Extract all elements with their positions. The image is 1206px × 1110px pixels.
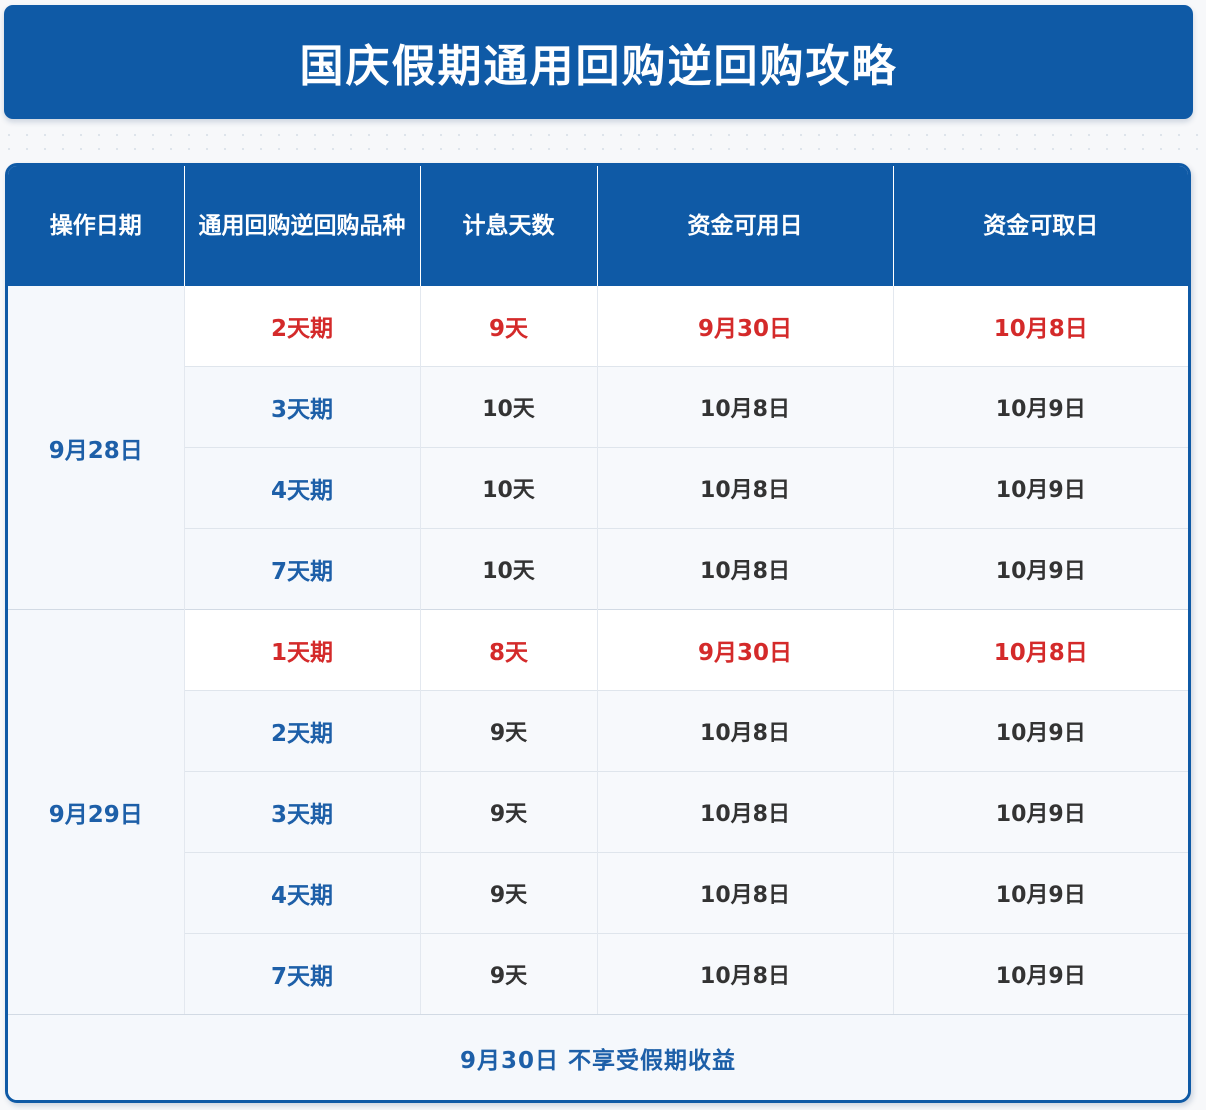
table-row: 3天期 9天 10月8日 10月9日 (8, 771, 1188, 853)
interest-days-cell: 8天 (419, 609, 597, 691)
repo-table: 操作日期 通用回购逆回购品种 计息天数 资金可用日 资金可取日 9月28日 2天… (8, 166, 1188, 1014)
variety-cell: 1天期 (183, 609, 420, 691)
variety-cell: 2天期 (183, 690, 420, 772)
variety-cell: 4天期 (183, 852, 420, 934)
dotted-separator (0, 128, 1206, 158)
funds-available-cell: 10月8日 (596, 366, 893, 448)
funds-available-cell: 10月8日 (596, 528, 893, 610)
variety-cell: 7天期 (183, 933, 420, 1014)
interest-days-cell: 9天 (419, 286, 597, 367)
footer-note: 9月30日 不享受假期收益 (8, 1014, 1188, 1100)
table-row: 2天期 9天 10月8日 10月9日 (8, 690, 1188, 772)
funds-available-cell: 10月8日 (596, 852, 893, 934)
table-row: 9月28日 2天期 9天 9月30日 10月8日 (8, 286, 1188, 610)
variety-cell: 4天期 (183, 447, 420, 529)
variety-cell: 2天期 (183, 286, 420, 367)
table-row: 4天期 9天 10月8日 10月9日 (8, 852, 1188, 934)
header-variety: 通用回购逆回购品种 (183, 166, 420, 286)
table-row: 7天期 10天 10月8日 10月9日 (8, 528, 1188, 610)
funds-available-cell: 10月8日 (596, 771, 893, 853)
interest-days-cell: 9天 (419, 690, 597, 772)
variety-cell: 3天期 (183, 366, 420, 448)
funds-available-cell: 9月30日 (596, 286, 893, 367)
interest-days-cell: 9天 (419, 852, 597, 934)
funds-available-cell: 10月8日 (596, 447, 893, 529)
funds-withdrawable-cell: 10月9日 (892, 852, 1188, 934)
funds-withdrawable-cell: 10月8日 (892, 609, 1188, 691)
operation-date-cell: 9月28日 (8, 286, 184, 610)
funds-withdrawable-cell: 10月9日 (892, 690, 1188, 772)
funds-withdrawable-cell: 10月9日 (892, 447, 1188, 529)
funds-available-cell: 9月30日 (596, 609, 893, 691)
table-row: 7天期 9天 10月8日 10月9日 (8, 933, 1188, 1014)
table-row: 9月29日 1天期 8天 9月30日 10月8日 (8, 609, 1188, 1014)
table-row: 3天期 10天 10月8日 10月9日 (8, 366, 1188, 448)
interest-days-cell: 9天 (419, 933, 597, 1014)
funds-withdrawable-cell: 10月9日 (892, 771, 1188, 853)
variety-cell: 3天期 (183, 771, 420, 853)
page-title: 国庆假期通用回购逆回购攻略 (299, 41, 898, 92)
funds-withdrawable-cell: 10月8日 (892, 286, 1188, 367)
variety-cell: 7天期 (183, 528, 420, 610)
operation-date-cell: 9月29日 (8, 609, 184, 1014)
header-funds-withdrawable: 资金可取日 (892, 166, 1188, 286)
header-funds-available: 资金可用日 (596, 166, 893, 286)
funds-withdrawable-cell: 10月9日 (892, 528, 1188, 610)
interest-days-cell: 10天 (419, 447, 597, 529)
header-interest-days: 计息天数 (419, 166, 597, 286)
interest-days-cell: 10天 (419, 366, 597, 448)
funds-available-cell: 10月8日 (596, 690, 893, 772)
table-header-row: 操作日期 通用回购逆回购品种 计息天数 资金可用日 资金可取日 (8, 166, 1188, 286)
interest-days-cell: 10天 (419, 528, 597, 610)
funds-withdrawable-cell: 10月9日 (892, 933, 1188, 1014)
funds-withdrawable-cell: 10月9日 (892, 366, 1188, 448)
header-operation-date: 操作日期 (8, 166, 184, 286)
table-row: 4天期 10天 10月8日 10月9日 (8, 447, 1188, 529)
table-card: 操作日期 通用回购逆回购品种 计息天数 资金可用日 资金可取日 9月28日 2天… (5, 163, 1191, 1103)
funds-available-cell: 10月8日 (596, 933, 893, 1014)
interest-days-cell: 9天 (419, 771, 597, 853)
title-banner: 国庆假期通用回购逆回购攻略 (4, 5, 1193, 119)
